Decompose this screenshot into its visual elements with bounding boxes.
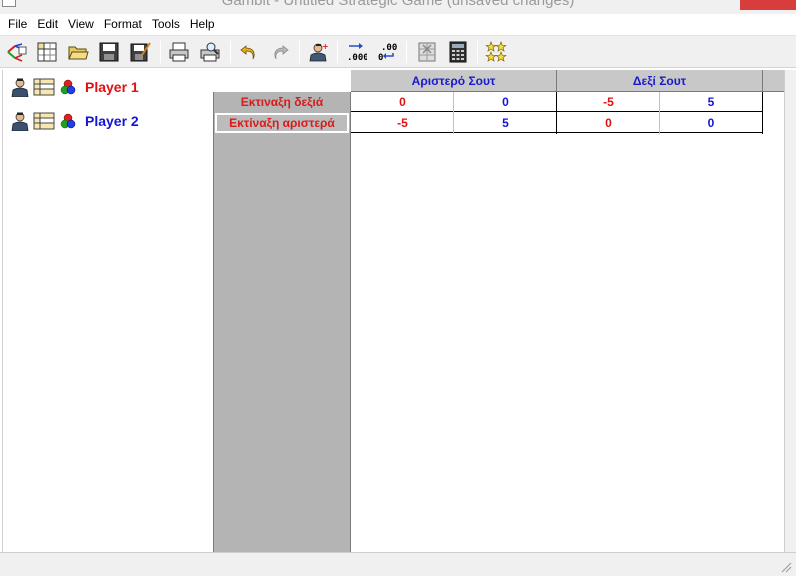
player-color-icon[interactable] (59, 77, 77, 97)
save-icon[interactable] (97, 40, 121, 64)
right-panel-edge (784, 70, 796, 552)
toolbar-separator (230, 41, 231, 63)
payoff-cell[interactable]: -5 (351, 113, 454, 133)
payoff-cell[interactable]: 0 (454, 92, 557, 112)
undo-icon[interactable] (237, 40, 261, 64)
svg-text:+: + (322, 42, 329, 51)
player-1-name[interactable]: Player 1 (85, 79, 139, 95)
menu-bar: File Edit View Format Tools Help (0, 14, 796, 35)
column-header-right-shot[interactable]: Δεξί Σουτ (557, 70, 763, 92)
strategies-table-icon[interactable] (33, 111, 55, 131)
open-icon[interactable] (66, 40, 90, 64)
grid-line (659, 92, 660, 134)
column-header-bar: Αριστερό Σουτ Δεξί Σουτ (351, 70, 784, 92)
player-row-2: Player 2 (11, 110, 139, 132)
strategic-game-table: Αριστερό Σουτ Δεξί Σουτ Εκτιναξη δεξιά Ε… (213, 70, 784, 552)
decimal-places-increase-icon[interactable]: .000 (344, 40, 368, 64)
compute-equilibria-icon[interactable] (446, 40, 470, 64)
menu-tools[interactable]: Tools (148, 14, 186, 35)
save-as-icon[interactable] (128, 40, 152, 64)
table-corner (213, 70, 351, 92)
menu-edit[interactable]: Edit (33, 14, 64, 35)
payoff-cell[interactable]: 5 (660, 92, 762, 112)
row-header-dive-right[interactable]: Εκτιναξη δεξιά (215, 92, 349, 112)
menu-file[interactable]: File (4, 14, 33, 35)
svg-text:0: 0 (378, 53, 383, 63)
print-icon[interactable] (167, 40, 191, 64)
player-avatar-icon[interactable] (11, 77, 29, 97)
extensive-form-icon[interactable] (4, 40, 28, 64)
svg-text:.000: .000 (347, 53, 367, 63)
redo-icon[interactable] (268, 40, 292, 64)
grid-line (453, 92, 454, 134)
player-row-1: Player 1 (11, 76, 139, 98)
toolbar-separator (160, 41, 161, 63)
profiles-icon[interactable] (484, 40, 508, 64)
add-player-icon[interactable]: + (306, 40, 330, 64)
status-bar (0, 552, 796, 576)
toolbar-separator (299, 41, 300, 63)
toolbar-separator (337, 41, 338, 63)
grid-line (762, 92, 763, 134)
payoff-cell[interactable]: 0 (660, 113, 762, 133)
menu-format[interactable]: Format (100, 14, 148, 35)
new-strategic-game-icon[interactable] (35, 40, 59, 64)
payoff-cell[interactable]: -5 (557, 92, 660, 112)
player-2-name[interactable]: Player 2 (85, 113, 139, 129)
print-preview-icon[interactable] (198, 40, 222, 64)
player-avatar-icon[interactable] (11, 111, 29, 131)
decimal-places-decrease-icon[interactable]: .00 0 (375, 40, 399, 64)
strategies-table-icon[interactable] (33, 77, 55, 97)
svg-text:.00: .00 (381, 43, 397, 53)
player-color-icon[interactable] (59, 111, 77, 131)
players-panel: Player 1 Player 2 (2, 70, 213, 552)
toolbar-separator (406, 41, 407, 63)
row-header-column (213, 70, 351, 552)
grid-line (556, 92, 557, 134)
dominance-icon[interactable] (415, 40, 439, 64)
column-header-left-shot[interactable]: Αριστερό Σουτ (351, 70, 557, 92)
menu-view[interactable]: View (64, 14, 100, 35)
window-title: Gambit - Untitled Strategic Game (unsave… (221, 0, 575, 9)
payoff-cell[interactable]: 0 (351, 92, 454, 112)
row-header-dive-left[interactable]: Εκτίναξη αριστερά (215, 113, 349, 133)
menu-help[interactable]: Help (186, 14, 221, 35)
toolbar: + .000 .00 0 (0, 35, 796, 68)
payoff-cell[interactable]: 0 (557, 113, 660, 133)
toolbar-separator (477, 41, 478, 63)
payoff-cell[interactable]: 5 (454, 113, 557, 133)
close-button[interactable] (740, 0, 796, 10)
resize-grip-icon[interactable] (780, 561, 792, 573)
title-bar: Gambit - Untitled Strategic Game (unsave… (0, 0, 796, 14)
